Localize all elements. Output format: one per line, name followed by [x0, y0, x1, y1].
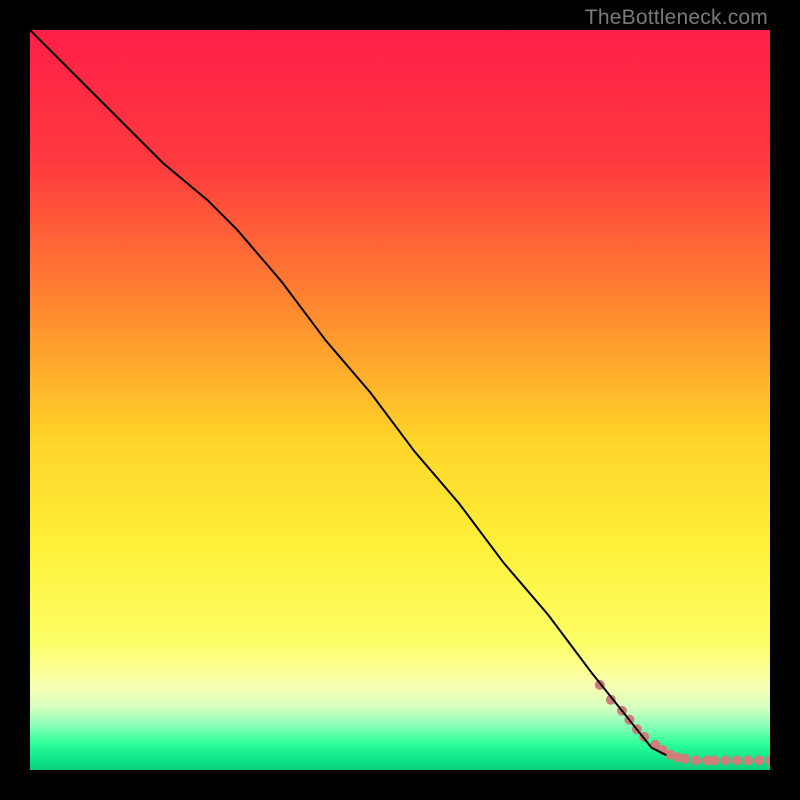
data-point	[691, 755, 701, 765]
chart-frame: TheBottleneck.com	[0, 0, 800, 800]
watermark-label: TheBottleneck.com	[585, 6, 768, 30]
plot-area	[30, 30, 770, 770]
data-point	[732, 755, 742, 765]
data-point	[680, 754, 690, 764]
data-point	[754, 755, 764, 765]
data-point	[710, 755, 720, 765]
chart-canvas	[30, 30, 770, 770]
data-point	[743, 755, 753, 765]
data-point	[721, 755, 731, 765]
